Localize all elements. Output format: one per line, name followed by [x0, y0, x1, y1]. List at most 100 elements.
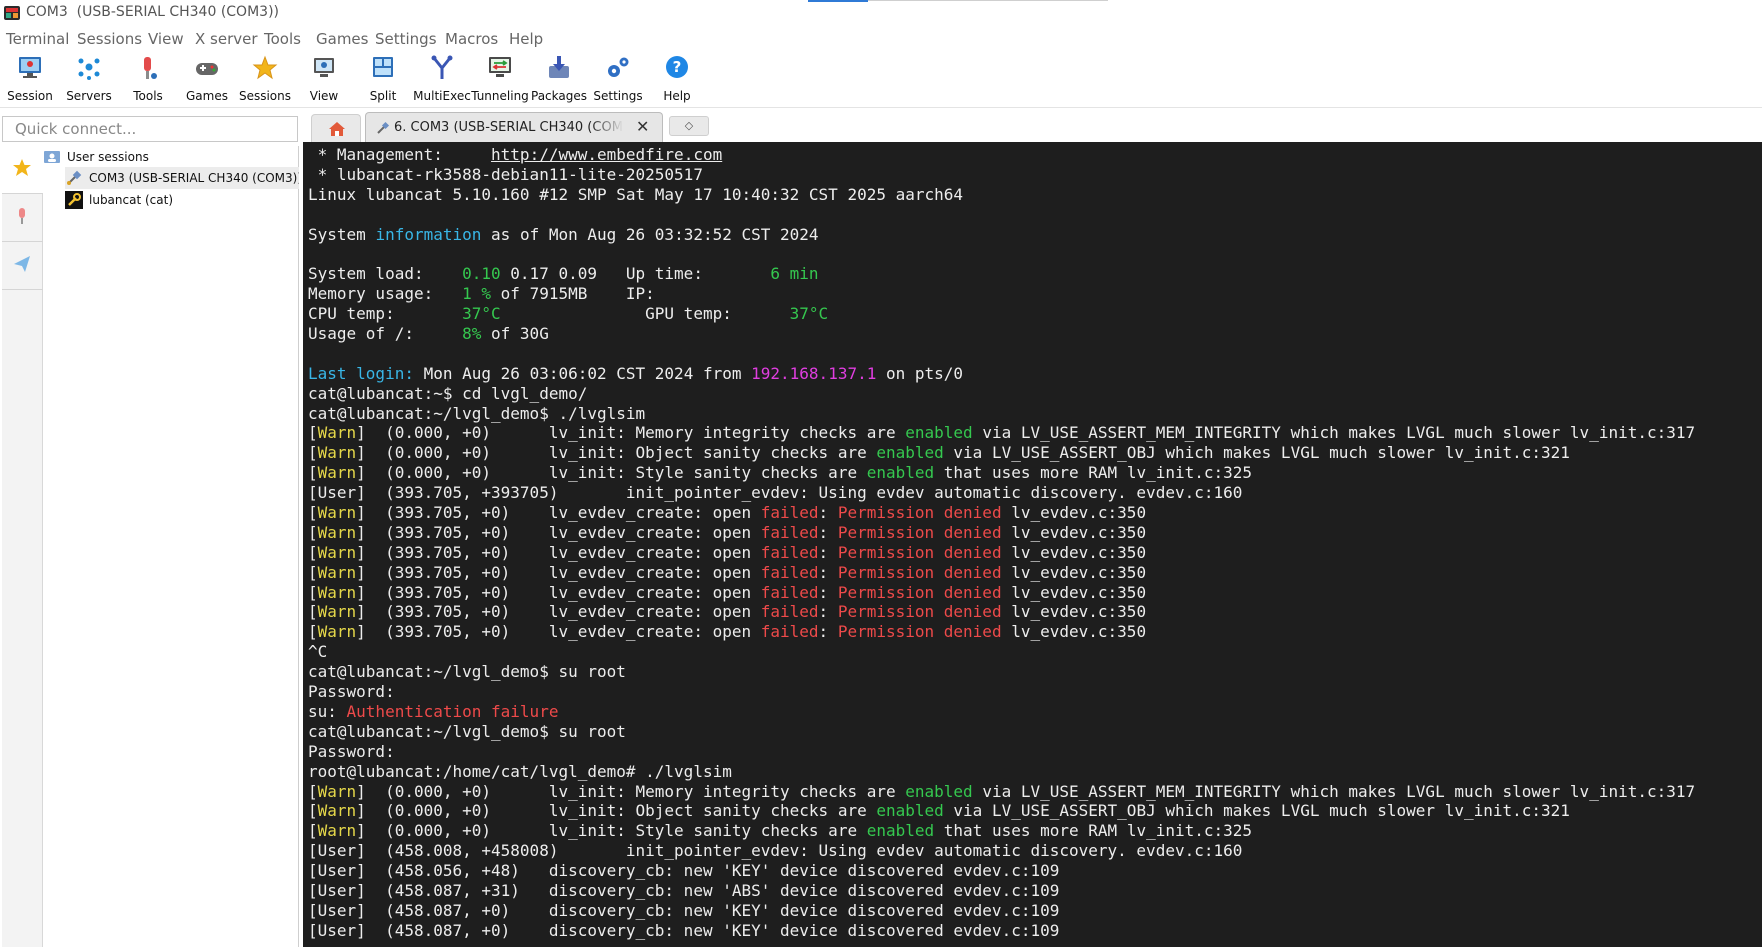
toolbar-tools-label: Tools — [133, 89, 163, 103]
terminal-text: failed — [760, 562, 819, 582]
terminal-text: 1 % — [462, 284, 492, 304]
terminal-text: lv_evdev.c:350 — [1001, 602, 1147, 622]
terminal-line: [Warn] (393.705, +0) lv_evdev_create: op… — [308, 602, 1695, 622]
terminal-text: Warn — [317, 503, 357, 523]
terminal-text: [ — [308, 801, 318, 821]
terminal-text: Warn — [317, 622, 357, 642]
servers-icon — [78, 58, 100, 80]
sidebar-tab-macros[interactable] — [2, 242, 43, 290]
tab-com3[interactable]: 6. COM3 (USB-SERIAL CH340 (COM3)) ✕ — [365, 112, 663, 142]
terminal-text: System load: — [308, 264, 463, 284]
menu-terminal[interactable]: Terminal — [6, 30, 69, 48]
toolbar: Session Servers Tools Games Sessions Vie… — [0, 50, 1762, 108]
terminal-text: ] (393.705, +0) lv_evdev_create: open — [356, 602, 761, 622]
terminal-line: cat@lubancat:~$ cd lvgl_demo/ — [308, 384, 1695, 404]
terminal-text: as of Mon Aug 26 03:32:52 CST 2024 — [481, 224, 819, 244]
terminal-text: Warn — [317, 423, 357, 443]
terminal-line: ^C — [308, 642, 1695, 662]
star-icon — [252, 55, 278, 80]
toolbar-settings-label: Settings — [593, 89, 643, 103]
terminal-line: [Warn] (393.705, +0) lv_evdev_create: op… — [308, 523, 1695, 543]
terminal-text: ] (393.705, +0) lv_evdev_create: open — [356, 582, 761, 602]
toolbar-session-label: Session — [7, 89, 53, 103]
terminal-text: [ — [308, 542, 318, 562]
menu-games[interactable]: Games — [316, 30, 368, 48]
terminal-text: Password: — [308, 741, 395, 761]
terminal-line: [User] (458.056, +48) discovery_cb: new … — [308, 861, 1695, 881]
toolbar-sessions-button[interactable]: Sessions — [233, 52, 297, 108]
toolbar-split-button[interactable]: Split — [351, 52, 415, 108]
menu-macros[interactable]: Macros — [445, 30, 498, 48]
terminal-line: cat@lubancat:~/lvgl_demo$ su root — [308, 722, 1695, 742]
toolbar-help-label: Help — [663, 89, 691, 103]
toolbar-tunneling-button[interactable]: Tunneling — [468, 52, 532, 108]
terminal-text: [ — [308, 503, 318, 523]
tree-item-label: lubancat (cat) — [89, 193, 174, 207]
toolbar-servers-button[interactable]: Servers — [57, 52, 121, 108]
terminal-line: * lubancat-rk3588-debian11-lite-20250517 — [308, 165, 1695, 185]
session-tabs: 6. COM3 (USB-SERIAL CH340 (COM3)) ✕ ◇ — [303, 112, 1762, 142]
toolbar-sessions-label: Sessions — [238, 89, 292, 103]
tree-item-lubancat[interactable]: lubancat (cat) — [65, 189, 299, 211]
terminal-line: su: Authentication failure — [308, 702, 1695, 722]
terminal-text: via LV_USE_ASSERT_OBJ which makes LVGL m… — [943, 801, 1570, 821]
terminal-text: : — [818, 602, 838, 622]
tools-icon — [144, 57, 157, 79]
terminal-line: [User] (458.008, +458008) init_pointer_e… — [308, 841, 1695, 861]
menu-settings[interactable]: Settings — [375, 30, 437, 48]
toolbar-packages-label: Packages — [531, 89, 587, 103]
terminal-text: failed — [760, 522, 819, 542]
menu-sessions[interactable]: Sessions — [77, 30, 142, 48]
toolbar-tools-button[interactable]: Tools — [116, 52, 180, 108]
menu-xserver[interactable]: X server — [195, 30, 258, 48]
terminal-text: Password: — [308, 682, 395, 702]
terminal-line: [Warn] (0.000, +0) lv_init: Memory integ… — [308, 423, 1695, 443]
toolbar-games-button[interactable]: Games — [175, 52, 239, 108]
terminal-text: via LV_USE_ASSERT_OBJ which makes LVGL m… — [943, 443, 1570, 463]
terminal-text: ] (0.000, +0) lv_init: Style sanity chec… — [356, 463, 867, 483]
toolbar-packages-button[interactable]: Packages — [527, 52, 591, 108]
terminal-text: : — [818, 582, 838, 602]
new-tab-button[interactable]: ◇ — [669, 116, 709, 136]
terminal-line: Password: — [308, 682, 1695, 702]
toolbar-tunneling-label: Tunneling — [471, 89, 529, 103]
toolbar-settings-button[interactable]: Settings — [586, 52, 650, 108]
terminal-text: lv_evdev.c:350 — [1001, 562, 1147, 582]
home-tab[interactable] — [311, 114, 361, 142]
terminal-text: [User] (393.705, +393705) init_pointer_e… — [308, 483, 1243, 503]
menu-tools[interactable]: Tools — [264, 30, 301, 48]
tree-user-sessions[interactable]: User sessions — [43, 146, 299, 168]
toolbar-multiexec-button[interactable]: MultiExec — [410, 52, 474, 108]
terminal-text: Usage of /: — [308, 324, 463, 344]
terminal-text: Memory usage: — [308, 284, 463, 304]
terminal-text: Warn — [317, 542, 357, 562]
close-icon[interactable]: ✕ — [636, 117, 649, 136]
toolbar-view-button[interactable]: View — [292, 52, 356, 108]
toolbar-session-button[interactable]: Session — [0, 52, 62, 108]
toolbar-view-label: View — [309, 89, 339, 103]
terminal-text: [User] (458.056, +48) discovery_cb: new … — [308, 861, 1060, 881]
sidebar-tab-sessions[interactable] — [2, 146, 43, 194]
terminal-line: [Warn] (393.705, +0) lv_evdev_create: op… — [308, 503, 1695, 523]
toolbar-multiexec-label: MultiExec — [413, 89, 471, 103]
terminal-line: [Warn] (393.705, +0) lv_evdev_create: op… — [308, 583, 1695, 603]
terminal-text: [User] (458.087, +0) discovery_cb: new '… — [308, 920, 1060, 940]
sidebar-tab-tools[interactable] — [2, 194, 43, 242]
terminal-line: [Warn] (0.000, +0) lv_init: Style sanity… — [308, 463, 1695, 483]
focus-indicator — [808, 0, 868, 2]
terminal-line: [User] (458.087, +31) discovery_cb: new … — [308, 881, 1695, 901]
toolbar-help-button[interactable]: ? Help — [645, 52, 709, 108]
menu-view[interactable]: View — [148, 30, 184, 48]
terminal-text: Permission denied — [837, 602, 1002, 622]
tree-item-com3[interactable]: COM3 (USB-SERIAL CH340 (COM3)) — [65, 167, 299, 189]
menu-help[interactable]: Help — [509, 30, 543, 48]
terminal-text: Permission denied — [837, 622, 1002, 642]
terminal-view[interactable]: * Management: http://www.embedfire.com *… — [303, 142, 1762, 947]
terminal-text: 0.10 — [462, 264, 501, 284]
terminal-text: 37°C — [462, 304, 501, 324]
terminal-line: Last login: Mon Aug 26 03:06:02 CST 2024… — [308, 364, 1695, 384]
terminal-text: lv_evdev.c:350 — [1001, 503, 1147, 523]
terminal-text: lv_evdev.c:350 — [1001, 522, 1147, 542]
